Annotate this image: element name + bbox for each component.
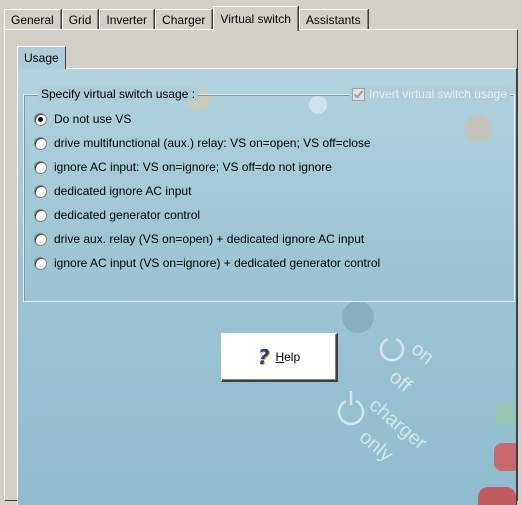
vs-option-label: drive multifunctional (aux.) relay: VS o… [54,136,371,150]
vs-option-dedicated-ignore-ac[interactable]: dedicated ignore AC input [34,179,380,203]
main-tabstrip: General Grid Inverter Charger Virtual sw… [4,6,369,31]
tab-virtual-switch[interactable]: Virtual switch [213,6,298,31]
vs-option-dedicated-generator[interactable]: dedicated generator control [34,203,380,227]
radio-button[interactable] [34,136,47,150]
tab-usage[interactable]: Usage [17,46,66,69]
radio-button[interactable] [34,256,47,270]
watermark-charger-text: charger [365,394,431,455]
vs-option-label: ignore AC input: VS on=ignore; VS off=do… [54,160,332,174]
invert-vs-checkbox: Invert virtual switch usage [348,87,510,101]
help-button-label: Help [275,350,301,364]
radio-button[interactable] [34,160,47,174]
vs-option-label: ignore AC input (VS on=ignore) + dedicat… [54,256,381,270]
tab-grid[interactable]: Grid [61,9,99,30]
tab-general[interactable]: General [4,9,61,30]
radio-button[interactable] [34,208,47,222]
vs-option-relay-plus-ignore-ac[interactable]: drive aux. relay (VS on=open) + dedicate… [34,227,380,251]
vs-usage-title: Specify virtual switch usage : [38,87,199,101]
tab-assistants[interactable]: Assistants [298,9,368,30]
vs-option-ignore-ac[interactable]: ignore AC input: VS on=ignore; VS off=do… [34,155,380,179]
watermark-off-text: off [385,366,416,397]
tab-page: Usage on off charger only Specify virtua… [4,29,518,505]
tab-charger[interactable]: Charger [155,9,213,30]
question-mark-icon: ? [257,345,270,369]
invert-vs-checkbox-box [351,87,365,101]
settings-window: General Grid Inverter Charger Virtual sw… [0,0,522,505]
vs-option-label: drive aux. relay (VS on=open) + dedicate… [54,232,365,246]
invert-vs-label: Invert virtual switch usage [368,87,507,101]
vs-option-label: dedicated ignore AC input [54,184,192,198]
vs-option-ignore-ac-plus-generator[interactable]: ignore AC input (VS on=ignore) + dedicat… [34,251,380,275]
vs-option-drive-relay[interactable]: drive multifunctional (aux.) relay: VS o… [34,131,380,155]
vs-option-do-not-use[interactable]: Do not use VS [34,107,380,131]
radio-button[interactable] [34,232,47,246]
help-button[interactable]: ? Help [221,333,338,382]
tab-inverter[interactable]: Inverter [99,9,155,30]
vs-option-label: Do not use VS [54,112,132,126]
watermark-only-text: only [355,426,397,466]
radio-button[interactable] [34,184,47,198]
radio-button[interactable] [34,112,47,126]
watermark-on-text: on [407,338,438,369]
vs-option-label: dedicated generator control [54,208,201,222]
vs-usage-groupbox: Specify virtual switch usage : Invert vi… [23,87,515,302]
vs-usage-options: Do not use VS drive multifunctional (aux… [34,107,380,275]
